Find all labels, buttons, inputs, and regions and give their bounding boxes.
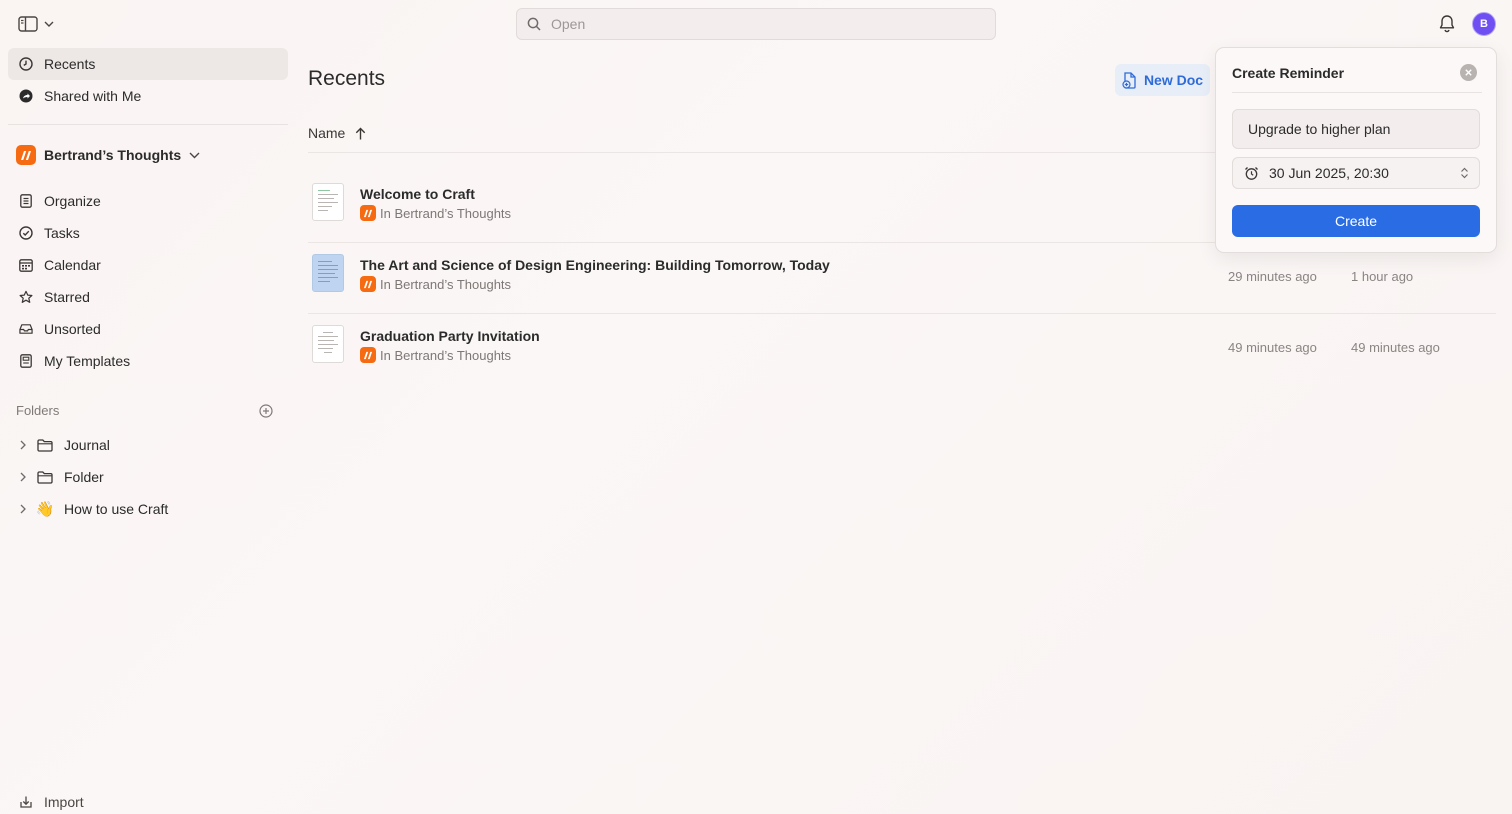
alarm-clock-icon <box>1244 166 1259 181</box>
table-row[interactable]: The Art and Science of Design Engineerin… <box>308 244 1496 314</box>
folder-label: Journal <box>64 437 110 453</box>
folder-label: Folder <box>64 469 104 485</box>
doc-modified: 49 minutes ago <box>1228 340 1317 355</box>
table-row[interactable]: Graduation Party Invitation In Bertrand’… <box>308 315 1496 385</box>
folders-label: Folders <box>16 403 60 418</box>
new-doc-label: New Doc <box>1143 72 1204 88</box>
sidebar-item-label: Unsorted <box>44 321 101 337</box>
sidebar-divider <box>8 124 288 125</box>
search-input[interactable] <box>551 16 951 32</box>
calendar-icon <box>19 258 33 272</box>
doc-location-label: In Bertrand’s Thoughts <box>380 205 512 221</box>
create-button[interactable]: Create <box>1232 205 1480 237</box>
shared-icon <box>19 89 33 103</box>
doc-thumbnail <box>312 254 344 292</box>
craft-logo-icon <box>16 145 36 165</box>
column-header-label: Name <box>308 125 346 141</box>
column-header-name[interactable]: Name <box>308 125 366 141</box>
sidebar-item-organize[interactable]: Organize <box>8 185 288 217</box>
sidebar-item-label: Shared with Me <box>44 88 142 104</box>
add-folder-button[interactable] <box>259 404 273 418</box>
search-icon <box>527 17 541 31</box>
chevron-down-icon <box>189 152 200 159</box>
doc-modified: 29 minutes ago <box>1228 269 1317 284</box>
notifications-button[interactable] <box>1438 14 1456 33</box>
import-icon <box>19 795 33 809</box>
chevron-right-icon[interactable] <box>16 440 30 450</box>
doc-created: 49 minutes ago <box>1351 340 1440 355</box>
sidebar-item-label: My Templates <box>44 353 131 369</box>
sidebar-item-unsorted[interactable]: Unsorted <box>8 313 288 345</box>
stepper-chevrons-icon <box>1460 167 1469 179</box>
sidebar-icon <box>18 16 38 32</box>
reminder-date-picker[interactable]: 30 Jun 2025, 20:30 <box>1232 157 1480 189</box>
space-switcher[interactable]: Bertrand’s Thoughts <box>16 145 200 165</box>
sidebar-item-my-templates[interactable]: My Templates <box>8 345 288 377</box>
reminder-text-input[interactable] <box>1232 109 1480 149</box>
folder-item-how-to-use-craft[interactable]: 👋 How to use Craft <box>16 495 168 523</box>
craft-logo-icon <box>360 205 376 221</box>
plus-circle-icon <box>259 404 273 418</box>
page-title: Recents <box>308 67 386 90</box>
sidebar-item-label: Starred <box>44 289 90 305</box>
import-label: Import <box>44 794 84 810</box>
folder-label: How to use Craft <box>64 501 169 517</box>
clock-icon <box>19 57 33 71</box>
popover-title: Create Reminder <box>1232 65 1345 81</box>
doc-location: In Bertrand’s Thoughts <box>360 205 511 221</box>
search-bar[interactable] <box>516 8 996 40</box>
doc-location: In Bertrand’s Thoughts <box>360 276 511 292</box>
new-doc-button[interactable]: New Doc <box>1115 64 1210 96</box>
space-name: Bertrand’s Thoughts <box>44 147 182 163</box>
chevron-down-icon <box>44 21 54 27</box>
popover-divider <box>1232 92 1482 93</box>
row-divider <box>308 313 1496 314</box>
folder-item-folder[interactable]: Folder <box>16 463 104 491</box>
sidebar-item-label: Recents <box>44 56 96 72</box>
avatar[interactable]: B <box>1472 12 1496 36</box>
organize-icon <box>19 194 33 208</box>
folder-icon <box>36 438 54 452</box>
waving-hand-icon: 👋 <box>35 501 55 518</box>
bell-icon <box>1438 14 1456 33</box>
doc-created: 1 hour ago <box>1351 269 1414 284</box>
doc-location-label: In Bertrand’s Thoughts <box>380 276 512 292</box>
sidebar-item-calendar[interactable]: Calendar <box>8 249 288 281</box>
sidebar-item-label: Organize <box>44 193 101 209</box>
close-icon <box>1465 69 1472 76</box>
sidebar-item-tasks[interactable]: Tasks <box>8 217 288 249</box>
chevron-right-icon[interactable] <box>16 472 30 482</box>
doc-thumbnail <box>312 183 344 221</box>
doc-title: Welcome to Craft <box>360 186 475 202</box>
create-reminder-popover: Create Reminder 30 Jun 2025, 20:30 Creat… <box>1215 47 1497 253</box>
reminder-date-value: 30 Jun 2025, 20:30 <box>1269 165 1389 181</box>
sidebar-item-starred[interactable]: Starred <box>8 281 288 313</box>
doc-title: Graduation Party Invitation <box>360 328 540 344</box>
template-icon <box>19 354 33 368</box>
doc-location-label: In Bertrand’s Thoughts <box>380 347 512 363</box>
sidebar-item-label: Tasks <box>44 225 80 241</box>
doc-location: In Bertrand’s Thoughts <box>360 347 511 363</box>
sidebar-toggle-button[interactable] <box>18 14 54 34</box>
check-circle-icon <box>19 226 33 240</box>
sidebar-item-recents[interactable]: Recents <box>8 48 288 80</box>
craft-logo-icon <box>360 347 376 363</box>
inbox-icon <box>19 322 33 336</box>
craft-logo-icon <box>360 276 376 292</box>
sidebar-item-label: Calendar <box>44 257 101 273</box>
import-button[interactable]: Import <box>19 794 84 810</box>
sidebar: Recents Shared with Me Bertrand’s Though… <box>0 48 296 814</box>
new-doc-icon <box>1122 71 1138 89</box>
arrow-up-icon <box>355 127 366 140</box>
star-icon <box>19 290 33 304</box>
folder-icon <box>36 470 54 484</box>
doc-title: The Art and Science of Design Engineerin… <box>360 257 830 273</box>
doc-thumbnail <box>312 325 344 363</box>
close-button[interactable] <box>1460 64 1477 81</box>
sidebar-item-shared-with-me[interactable]: Shared with Me <box>8 80 288 112</box>
folder-item-journal[interactable]: Journal <box>16 431 110 459</box>
chevron-right-icon[interactable] <box>16 504 30 514</box>
